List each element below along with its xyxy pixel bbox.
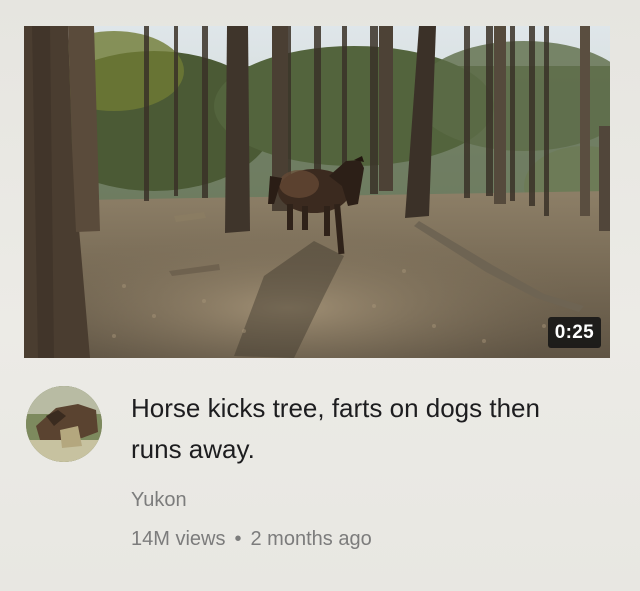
channel-name[interactable]: Yukon [131, 489, 187, 512]
video-card: 0:25 Horse kicks tree, farts on dogs the… [0, 0, 640, 591]
video-title[interactable]: Horse kicks tree, farts on dogs then run… [131, 388, 571, 470]
meta-separator: • [234, 528, 242, 550]
upload-age: 2 months ago [250, 528, 372, 550]
thumbnail-image [24, 26, 610, 358]
video-thumbnail[interactable]: 0:25 [24, 26, 610, 358]
avatar-image [26, 386, 102, 462]
view-count: 14M views [131, 528, 226, 550]
video-metadata: 14M views • 2 months ago [131, 528, 372, 551]
channel-avatar[interactable] [26, 386, 102, 462]
duration-badge: 0:25 [547, 317, 601, 348]
